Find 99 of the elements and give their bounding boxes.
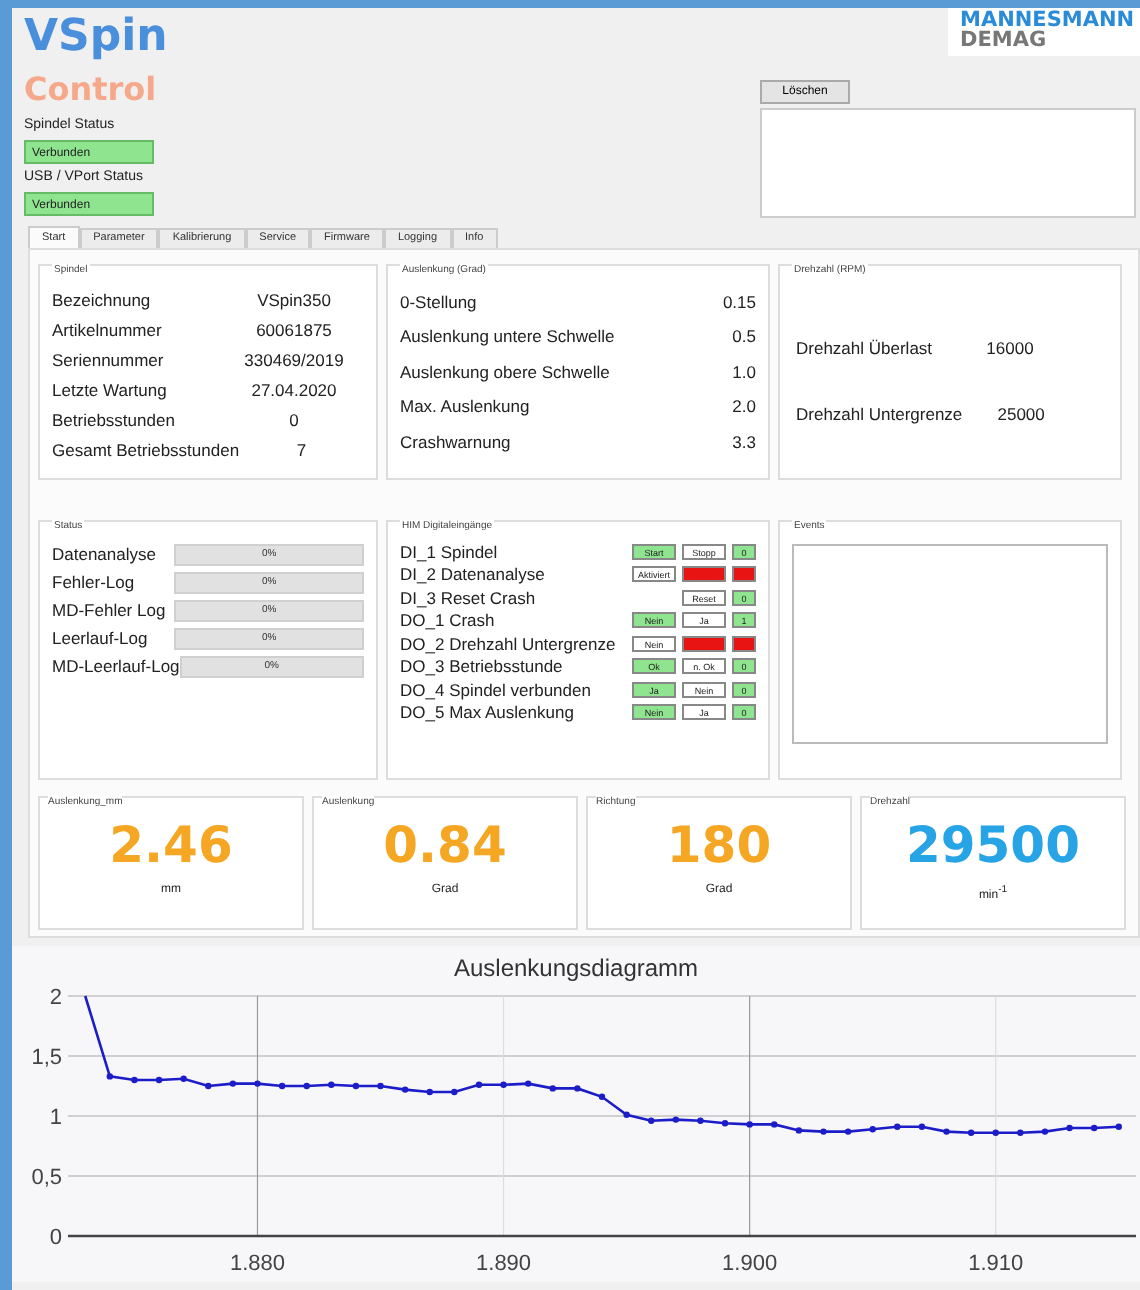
axis-tick-label: 0 [49,1226,62,1250]
point [1041,1128,1049,1135]
point [992,1129,999,1136]
point [426,1088,433,1096]
reading-value: 2.46 [109,816,233,876]
field-value: 0 [287,409,301,429]
point [771,1121,778,1128]
point [106,1073,114,1080]
point [155,1076,163,1084]
io-label: DO_2 Drehzahl Untergrenze [400,633,616,654]
point [820,1128,827,1135]
axis-tick-label: 1.900 [722,1252,778,1276]
point [1090,1124,1098,1132]
field-label: Betriebsstunden [52,409,175,429]
point [549,1085,556,1092]
axis-tick-label: 1 [49,1106,62,1130]
field-value: 330469/2019 [242,349,346,369]
field-value: 7 [294,439,309,459]
field-label: Artikelnummer [52,319,162,339]
point [869,1126,876,1133]
point [672,1116,680,1123]
chart-title: Auslenkungsdiagramm [453,954,699,982]
field-label: Drehzahl Untergrenze [796,403,963,423]
io-label: DI_2 Datenanalyse [400,564,545,585]
status-label: MD-Fehler Log [52,600,168,620]
field-label: Auslenkung obere Schwelle [400,361,610,382]
io-label: DI_3 Reset Crash [400,587,536,608]
point [648,1117,655,1124]
reading-value: 29500 [906,816,1080,876]
field-label: Letzte Wartung [52,379,167,399]
field-value: 16000 [984,337,1036,357]
app-title: VSpin [24,12,168,64]
app-subtitle: Control [24,68,157,112]
io-label: DO_5 Max Auslenkung [400,702,574,723]
status-label: Leerlauf-Log [52,628,150,648]
point [352,1082,360,1090]
status-label: Fehler-Log [52,572,137,592]
axis-tick-label: 1.910 [968,1252,1024,1276]
point [795,1127,803,1134]
field-value: 25000 [995,403,1047,423]
point [131,1076,138,1084]
point [721,1120,729,1127]
point [598,1093,606,1100]
point [746,1121,753,1128]
axis-tick-label: 1.890 [476,1252,532,1276]
point [377,1082,384,1090]
field-label: Gesamt Betriebsstunden [52,439,240,459]
io-label: DO_1 Crash [400,610,495,631]
field-label: Bezeichnung [52,289,151,309]
field-value: 3.3 [732,431,756,452]
io-label: DI_1 Spindel [400,541,498,562]
point [1017,1129,1024,1136]
point [1066,1124,1073,1132]
field-label: Drehzahl Überlast [796,337,933,357]
point [328,1081,335,1088]
point [524,1080,532,1087]
reading-value: 0.84 [383,816,507,876]
field-value: 0.15 [722,291,756,312]
point [918,1123,926,1130]
field-value: VSpin350 [255,289,333,309]
io-label: DO_3 Betriebsstunde [400,656,563,677]
field-label: 0-Stellung [400,291,477,312]
axis-tick-label: 1,5 [31,1046,62,1070]
reading-value: 180 [666,816,772,876]
point [303,1082,310,1090]
field-value: 2.0 [732,396,756,417]
field-value: 60061875 [254,319,334,339]
field-label: Max. Auslenkung [400,396,530,417]
point [278,1082,286,1090]
point [229,1080,237,1087]
point [451,1088,458,1096]
point [1115,1123,1122,1130]
axis-tick-label: 2 [49,986,62,1010]
point [574,1085,581,1092]
point [697,1117,704,1124]
company-logo: MANNESMANN DEMAG [948,8,1140,56]
point [205,1082,212,1090]
point [500,1081,507,1088]
io-label: DO_4 Spindel verbunden [400,679,591,700]
log-textarea[interactable] [760,108,1136,218]
field-value: 1.0 [732,361,756,382]
point [623,1111,630,1118]
point [401,1086,409,1093]
status-label: Datenanalyse [52,544,158,564]
status-label: MD-Leerlauf-Log [52,656,180,676]
point [943,1128,950,1135]
field-label: Seriennummer [52,349,164,369]
point [967,1129,975,1136]
axis-tick-label: 1.880 [229,1252,285,1276]
field-value: 27.04.2020 [249,379,339,399]
field-label: Auslenkung untere Schwelle [400,326,615,347]
point [254,1080,261,1087]
axis-tick-label: 0,5 [31,1166,62,1190]
point [894,1123,901,1130]
point [475,1081,483,1088]
field-label: Crashwarnung [400,431,511,452]
point [180,1075,187,1082]
point [844,1128,852,1135]
field-value: 0.5 [732,326,756,347]
